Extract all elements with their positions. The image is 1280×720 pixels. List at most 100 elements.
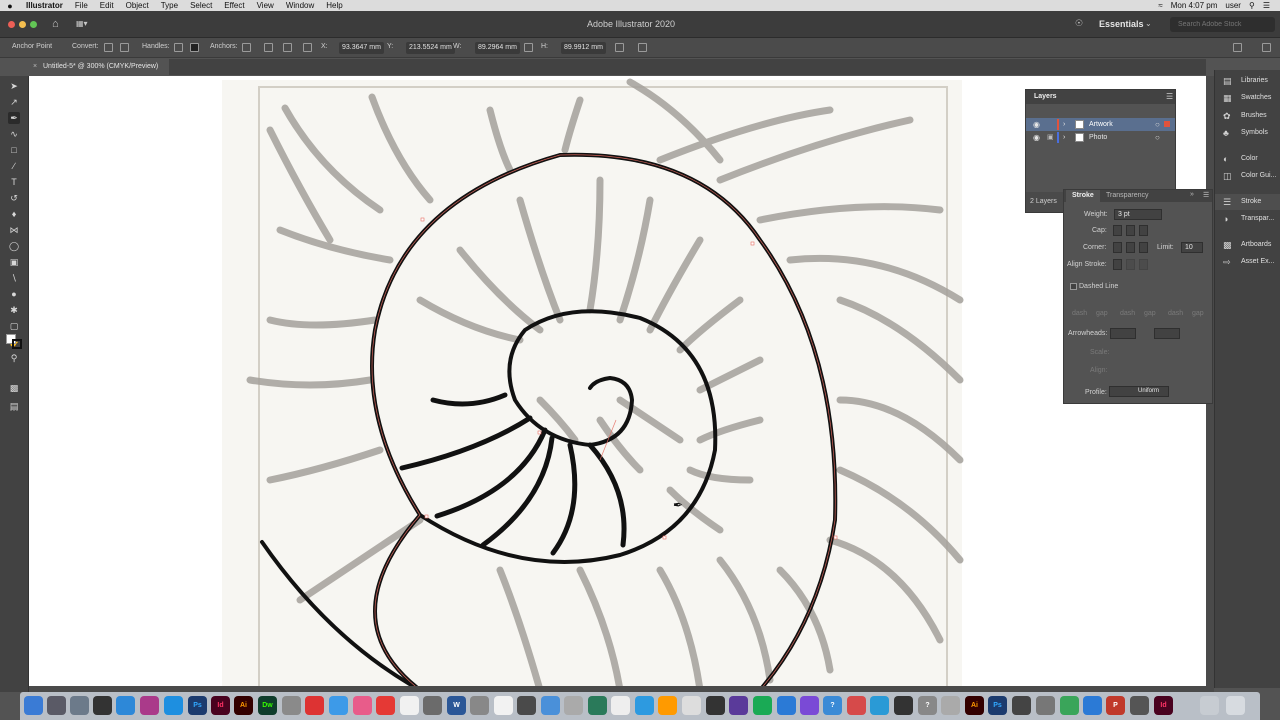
gradient-tool-icon[interactable]: ▣ <box>8 256 20 268</box>
stock-search-input[interactable] <box>1170 17 1275 32</box>
app-icon-6[interactable] <box>564 696 583 715</box>
dreamweaver-icon[interactable]: Dw <box>258 696 277 715</box>
end-arrowhead-select[interactable] <box>1154 328 1180 339</box>
eraser-tool-icon[interactable]: ♦ <box>8 208 20 220</box>
safari-icon[interactable] <box>329 696 348 715</box>
user-menu[interactable]: user <box>1225 1 1241 10</box>
miter-join-icon[interactable] <box>1113 242 1122 253</box>
cut-path-icon[interactable] <box>283 43 292 52</box>
layer-name[interactable]: Photo <box>1089 131 1107 144</box>
align-inside-icon[interactable] <box>1126 259 1135 270</box>
stroke-swatch[interactable] <box>12 339 22 349</box>
app-icon-11[interactable] <box>682 696 701 715</box>
app-icon-2[interactable] <box>376 696 395 715</box>
app-icon-5[interactable] <box>517 696 536 715</box>
start-arrowhead-select[interactable] <box>1110 328 1136 339</box>
app-icon-21[interactable] <box>941 696 960 715</box>
menu-help[interactable]: Help <box>320 0 348 11</box>
clock[interactable]: Mon 4:07 pm <box>1171 1 1218 10</box>
collapse-panel-icon[interactable]: » <box>1190 191 1194 198</box>
align-center-icon[interactable] <box>1113 259 1122 270</box>
menu-select[interactable]: Select <box>184 0 218 11</box>
round-cap-icon[interactable] <box>1126 225 1135 236</box>
convert-corner-icon[interactable] <box>104 43 113 52</box>
direct-selection-tool-icon[interactable]: ↗ <box>8 96 20 108</box>
tab-stroke[interactable]: Stroke <box>1066 190 1100 202</box>
indesign-icon[interactable]: Id <box>211 696 230 715</box>
dock-stroke[interactable]: ☰ Stroke <box>1215 194 1280 210</box>
app-icon-15[interactable] <box>777 696 796 715</box>
dock-swatches[interactable]: ▦ Swatches <box>1215 90 1280 106</box>
dock-transparency[interactable]: ◑ Transpar... <box>1215 211 1280 227</box>
dock-brushes[interactable]: ✿ Brushes <box>1215 108 1280 124</box>
menu-edit[interactable]: Edit <box>94 0 120 11</box>
app-icon-20[interactable]: ? <box>918 696 937 715</box>
chevron-down-icon[interactable]: ⌄ <box>1145 19 1152 28</box>
visibility-eye-icon[interactable]: ◉ <box>1033 131 1040 144</box>
stroke-menu-icon[interactable]: ☰ <box>1203 191 1209 199</box>
connect-anchors-icon[interactable] <box>264 43 273 52</box>
ellipsis-icon[interactable]: ⋯ <box>8 404 20 416</box>
music-icon[interactable] <box>353 696 372 715</box>
chrome-icon[interactable] <box>400 696 419 715</box>
app-icon-13[interactable] <box>729 696 748 715</box>
dashed-line-checkbox[interactable] <box>1070 283 1077 290</box>
layers-menu-icon[interactable]: ☰ <box>1166 92 1173 101</box>
hide-handles-icon[interactable] <box>190 43 199 52</box>
width-tool-icon[interactable]: ⋈ <box>8 224 20 236</box>
app-icon[interactable] <box>282 696 301 715</box>
zoom-app-icon[interactable] <box>164 696 183 715</box>
weight-field[interactable]: 3 pt <box>1114 209 1162 220</box>
menu-object[interactable]: Object <box>120 0 155 11</box>
lock-icon[interactable]: ▣ <box>1047 131 1054 144</box>
illustrator-running-icon[interactable]: Ai <box>965 696 984 715</box>
calendar-icon[interactable] <box>305 696 324 715</box>
convert-smooth-icon[interactable] <box>120 43 129 52</box>
layers-panel-title[interactable]: Layers <box>1026 90 1175 104</box>
layer-name[interactable]: Artwork <box>1089 118 1113 131</box>
expand-chevron-icon[interactable]: › <box>1063 118 1065 131</box>
menu-illustrator[interactable]: Illustrator <box>20 0 69 11</box>
drawing-modes-icon[interactable]: ▩ <box>8 382 20 394</box>
dock-artboards[interactable]: ▩ Artboards <box>1215 237 1280 253</box>
pen-tool-icon[interactable]: ✒ <box>8 112 20 124</box>
remove-anchor-icon[interactable] <box>242 43 251 52</box>
profile-select[interactable]: Uniform <box>1109 386 1169 397</box>
photoshop-running-icon[interactable]: Ps <box>988 696 1007 715</box>
indesign-running-icon[interactable]: Id <box>1154 696 1173 715</box>
trash-icon[interactable] <box>1226 696 1245 715</box>
search-icon[interactable]: ⚲ <box>1249 1 1255 10</box>
height-field[interactable]: 89.9912 mm <box>561 42 606 54</box>
align-panel-icon[interactable] <box>1233 43 1242 52</box>
visibility-eye-icon[interactable]: ◉ <box>1033 118 1040 131</box>
system-preferences-icon[interactable] <box>93 696 112 715</box>
wifi-icon[interactable]: ≈ <box>1158 1 1162 10</box>
app-icon-8[interactable] <box>611 696 630 715</box>
photoshop-icon[interactable]: Ps <box>188 696 207 715</box>
app-icon-12[interactable] <box>706 696 725 715</box>
tab-transparency[interactable]: Transparency <box>1100 190 1155 202</box>
eyedropper-tool-icon[interactable]: ∖ <box>8 272 20 284</box>
selection-indicator[interactable] <box>1164 121 1170 127</box>
dock-color[interactable]: ◐ Color <box>1215 151 1280 167</box>
app-icon-22[interactable] <box>1012 696 1031 715</box>
symbol-sprayer-icon[interactable]: ✱ <box>8 304 20 316</box>
dock-symbols[interactable]: ♣ Symbols <box>1215 125 1280 141</box>
rotate-tool-icon[interactable]: ↺ <box>8 192 20 204</box>
help-icon[interactable]: ? <box>823 696 842 715</box>
shape-builder-tool-icon[interactable]: ◯ <box>8 240 20 252</box>
powerpoint-icon[interactable]: P <box>1106 696 1125 715</box>
curvature-tool-icon[interactable]: ∿ <box>8 128 20 140</box>
zoom-tool-icon[interactable]: ⚲ <box>8 352 20 364</box>
app-icon-3[interactable] <box>423 696 442 715</box>
projecting-cap-icon[interactable] <box>1139 225 1148 236</box>
type-tool-icon[interactable]: T <box>8 176 20 188</box>
menu-effect[interactable]: Effect <box>218 0 250 11</box>
menu-type[interactable]: Type <box>155 0 184 11</box>
menu-window[interactable]: Window <box>280 0 320 11</box>
lightbulb-icon[interactable]: ☉ <box>1075 18 1083 29</box>
blend-tool-icon[interactable]: ● <box>8 288 20 300</box>
menu-list-icon[interactable]: ☰ <box>1263 1 1270 10</box>
finder-icon[interactable] <box>24 696 43 715</box>
artboard-tool-icon[interactable]: ▢ <box>8 320 20 332</box>
